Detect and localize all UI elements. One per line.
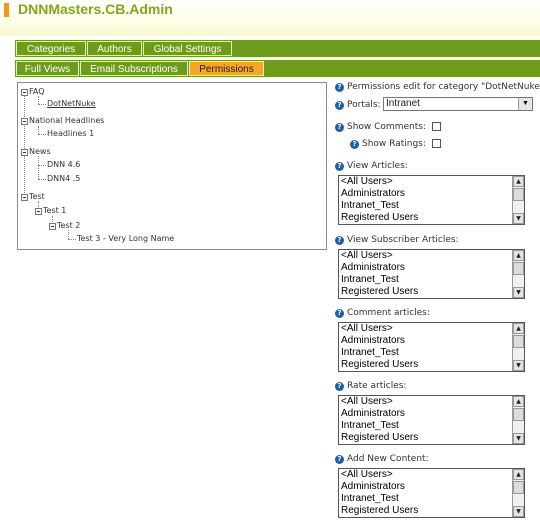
help-icon[interactable]: ?: [335, 101, 344, 110]
list-option[interactable]: <All Users>: [339, 176, 524, 188]
tab-row-sub: Full Views Email Subscriptions Permissio…: [15, 60, 540, 77]
scroll-down-icon[interactable]: ▼: [513, 287, 524, 298]
comment-articles-listbox[interactable]: <All Users> Administrators Intranet_Test…: [338, 322, 525, 372]
scroll-up-icon[interactable]: ▲: [513, 250, 524, 261]
show-ratings-label: Show Ratings:: [362, 139, 426, 149]
comment-articles-label: Comment articles:: [347, 308, 430, 318]
tree-node-news[interactable]: News: [29, 146, 51, 158]
portals-select[interactable]: Intranet ▼: [383, 97, 533, 111]
scrollbar-thumb[interactable]: [513, 335, 524, 348]
show-comments-label: Show Comments:: [347, 122, 426, 132]
scroll-up-icon[interactable]: ▲: [513, 323, 524, 334]
scrollbar-thumb[interactable]: [513, 481, 524, 494]
tree-node-test[interactable]: Test: [29, 191, 45, 203]
scroll-up-icon[interactable]: ▲: [513, 396, 524, 407]
list-option[interactable]: Registered Users: [339, 212, 524, 224]
permissions-heading: Permissions edit for category "DotNetNuk…: [347, 82, 540, 92]
list-option[interactable]: Administrators: [339, 481, 524, 493]
rate-articles-listbox[interactable]: <All Users> Administrators Intranet_Test…: [338, 395, 525, 445]
list-option[interactable]: Registered Users: [339, 505, 524, 517]
chevron-down-icon: ▼: [518, 98, 532, 110]
portals-label: Portals:: [347, 100, 381, 110]
tree-node-test-3[interactable]: Test 3 - Very Long Name: [77, 233, 174, 245]
tab-full-views[interactable]: Full Views: [16, 61, 79, 76]
list-option[interactable]: Administrators: [339, 262, 524, 274]
scrollbar-thumb[interactable]: [513, 262, 524, 275]
help-icon[interactable]: ?: [335, 236, 344, 245]
collapse-icon[interactable]: [21, 149, 28, 156]
scrollbar[interactable]: ▲ ▼: [512, 176, 524, 224]
list-option[interactable]: Registered Users: [339, 286, 524, 298]
scroll-down-icon[interactable]: ▼: [513, 213, 524, 224]
view-articles-listbox[interactable]: <All Users> Administrators Intranet_Test…: [338, 175, 525, 225]
list-option[interactable]: Intranet_Test: [339, 347, 524, 359]
tab-authors[interactable]: Authors: [87, 41, 142, 56]
list-option[interactable]: Administrators: [339, 408, 524, 420]
help-icon[interactable]: ?: [350, 140, 359, 149]
tree-node-test-1[interactable]: Test 1: [43, 205, 66, 217]
tree-node-dnn4-5[interactable]: DNN4 .5: [47, 173, 80, 185]
tree-node-headlines-1[interactable]: Headlines 1: [47, 128, 94, 140]
list-option[interactable]: Intranet_Test: [339, 420, 524, 432]
tab-global-settings[interactable]: Global Settings: [143, 41, 232, 56]
collapse-icon[interactable]: [21, 89, 28, 96]
list-option[interactable]: Administrators: [339, 188, 524, 200]
view-subscriber-articles-listbox[interactable]: <All Users> Administrators Intranet_Test…: [338, 249, 525, 299]
collapse-icon[interactable]: [35, 208, 42, 215]
category-tree: FAQ DotNetNuke National Headlines Headli…: [17, 82, 327, 250]
header: DNNMasters.CB.Admin: [0, 0, 540, 36]
list-option[interactable]: Registered Users: [339, 432, 524, 444]
list-option[interactable]: <All Users>: [339, 396, 524, 408]
tab-categories[interactable]: Categories: [16, 41, 86, 56]
list-option[interactable]: Administrators: [339, 335, 524, 347]
rate-articles-label: Rate articles:: [347, 381, 407, 391]
show-comments-checkbox[interactable]: [432, 122, 441, 131]
scroll-down-icon[interactable]: ▼: [513, 360, 524, 371]
tab-permissions[interactable]: Permissions: [189, 61, 264, 76]
help-icon[interactable]: ?: [335, 83, 344, 92]
tree-node-dotnetnuke[interactable]: DotNetNuke: [47, 98, 96, 110]
help-icon[interactable]: ?: [335, 455, 344, 464]
list-option[interactable]: Intranet_Test: [339, 200, 524, 212]
portals-selected-value: Intranet: [386, 98, 420, 109]
list-option[interactable]: Intranet_Test: [339, 493, 524, 505]
help-icon[interactable]: ?: [335, 162, 344, 171]
tree-node-faq[interactable]: FAQ: [29, 86, 45, 98]
help-icon[interactable]: ?: [335, 123, 344, 132]
list-option[interactable]: Intranet_Test: [339, 274, 524, 286]
scrollbar[interactable]: ▲ ▼: [512, 469, 524, 517]
tab-row-main: Categories Authors Global Settings: [15, 40, 540, 57]
list-option[interactable]: Registered Users: [339, 359, 524, 371]
add-new-content-listbox[interactable]: <All Users> Administrators Intranet_Test…: [338, 468, 525, 518]
tab-email-subscriptions[interactable]: Email Subscriptions: [80, 61, 188, 76]
scroll-up-icon[interactable]: ▲: [513, 469, 524, 480]
list-option[interactable]: <All Users>: [339, 323, 524, 335]
add-new-content-label: Add New Content:: [347, 454, 429, 464]
list-option[interactable]: <All Users>: [339, 250, 524, 262]
scrollbar-thumb[interactable]: [513, 408, 524, 421]
scrollbar[interactable]: ▲ ▼: [512, 323, 524, 371]
header-accent-bar: [4, 3, 9, 17]
collapse-icon[interactable]: [21, 194, 28, 201]
scroll-down-icon[interactable]: ▼: [513, 506, 524, 517]
help-icon[interactable]: ?: [335, 382, 344, 391]
scrollbar[interactable]: ▲ ▼: [512, 396, 524, 444]
collapse-icon[interactable]: [21, 118, 28, 125]
scroll-down-icon[interactable]: ▼: [513, 433, 524, 444]
list-option[interactable]: <All Users>: [339, 469, 524, 481]
view-articles-label: View Articles:: [347, 161, 408, 171]
collapse-icon[interactable]: [49, 223, 56, 230]
tree-node-dnn-4-6[interactable]: DNN 4.6: [47, 159, 80, 171]
view-subscriber-articles-label: View Subscriber Articles:: [347, 235, 459, 245]
tree-node-national-headlines[interactable]: National Headlines: [29, 115, 104, 127]
help-icon[interactable]: ?: [335, 309, 344, 318]
scrollbar[interactable]: ▲ ▼: [512, 250, 524, 298]
scrollbar-thumb[interactable]: [513, 188, 524, 201]
show-ratings-checkbox[interactable]: [432, 139, 441, 148]
page-title: DNNMasters.CB.Admin: [18, 1, 173, 17]
scroll-up-icon[interactable]: ▲: [513, 176, 524, 187]
